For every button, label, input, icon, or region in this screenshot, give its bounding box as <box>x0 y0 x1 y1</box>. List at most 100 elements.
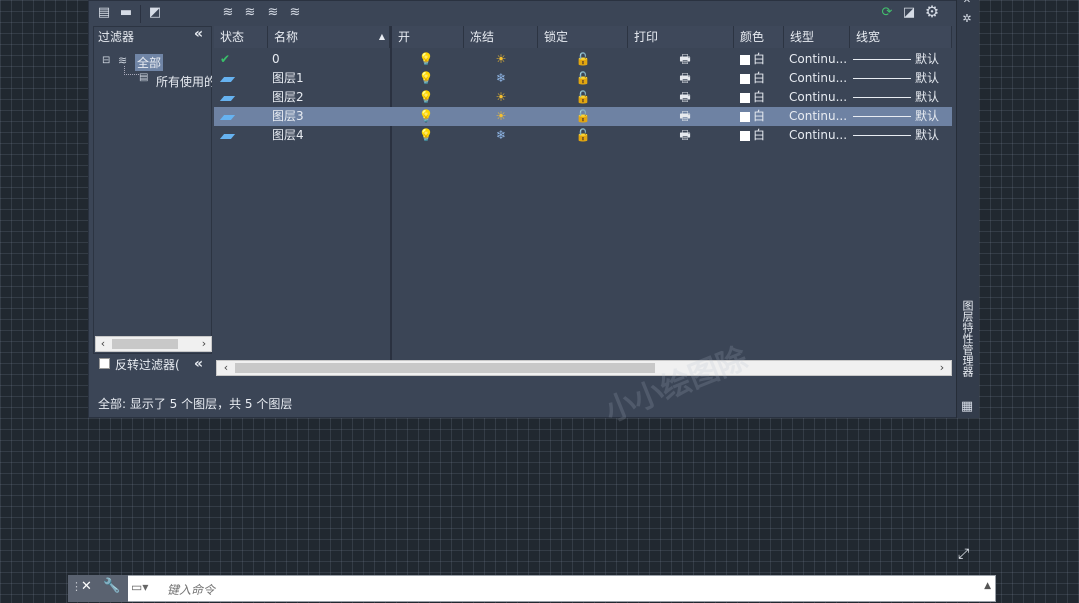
command-history-icon[interactable]: ▲ <box>984 581 991 591</box>
scroll-right-icon[interactable]: › <box>197 337 211 351</box>
close-command-icon[interactable]: ✕ <box>81 579 92 594</box>
properties-icon[interactable]: ✲ <box>958 10 976 28</box>
layer-lineweight[interactable]: 默认 <box>853 88 949 107</box>
settings-icon[interactable]: ◪ <box>900 4 918 22</box>
col-lineweight[interactable]: 线宽 <box>850 26 952 48</box>
col-lock[interactable]: 锁定 <box>538 26 628 48</box>
layer-lineweight[interactable]: 默认 <box>853 126 949 145</box>
on-bulb-icon[interactable]: 💡 <box>417 50 435 69</box>
layer-lineweight[interactable]: 默认 <box>853 69 949 88</box>
on-bulb-icon[interactable]: 💡 <box>417 69 435 88</box>
col-freeze[interactable]: 冻结 <box>464 26 538 48</box>
layer-name[interactable]: 图层2 <box>272 88 382 107</box>
layer-color[interactable]: 白 <box>740 107 780 126</box>
table-scroll-right-icon[interactable]: › <box>935 361 949 375</box>
layer-lineweight[interactable]: 默认 <box>853 107 949 126</box>
command-line: ▲ <box>68 575 996 602</box>
collapse-filter-icon[interactable]: « <box>194 26 203 42</box>
set-current-icon[interactable]: ≋ <box>286 4 304 22</box>
unlock-icon[interactable]: 🔓 <box>574 69 592 88</box>
printer-icon[interactable]: 🖶 <box>676 69 694 88</box>
new-layer-frozen-icon[interactable]: ≋ <box>241 4 259 22</box>
command-input[interactable] <box>165 580 979 600</box>
expand-icon[interactable]: ⤢ <box>958 546 969 562</box>
layer-status-icon[interactable] <box>220 69 250 88</box>
freeze-snowflake-icon[interactable]: ❄ <box>492 69 510 88</box>
tree-expander-icon[interactable]: ⊟ <box>102 55 110 66</box>
col-color[interactable]: 颜色 <box>734 26 784 48</box>
freeze-snowflake-icon[interactable]: ❄ <box>492 126 510 145</box>
close-icon[interactable]: ✕ <box>958 0 976 10</box>
table-scroll-left-icon[interactable]: ‹ <box>219 361 233 375</box>
table-row[interactable]: 图层3 💡 ☀ 🔓 🖶 白 Continu... 默认 <box>214 107 952 126</box>
thaw-sun-icon[interactable]: ☀ <box>492 107 510 126</box>
new-group-filter-icon[interactable]: ▬ <box>117 4 135 22</box>
col-plot[interactable]: 打印 <box>628 26 734 48</box>
printer-icon[interactable]: 🖶 <box>676 126 694 145</box>
on-bulb-icon[interactable]: 💡 <box>417 88 435 107</box>
unlock-icon[interactable]: 🔓 <box>574 50 592 69</box>
refresh-icon[interactable]: ⟳ <box>878 4 896 22</box>
tree-item-all[interactable]: 全部 <box>135 54 164 71</box>
layer-color[interactable]: 白 <box>740 69 780 88</box>
table-row[interactable]: ✔ 0 💡 ☀ 🔓 🖶 白 Continu... 默认 <box>214 50 952 69</box>
layer-lineweight[interactable]: 默认 <box>853 50 949 69</box>
layer-linetype[interactable]: Continu... <box>789 107 851 126</box>
on-bulb-icon[interactable]: 💡 <box>417 107 435 126</box>
layer-color[interactable]: 白 <box>740 50 780 69</box>
layer-linetype[interactable]: Continu... <box>789 69 851 88</box>
recent-commands-icon[interactable]: ▭▾ <box>131 580 148 594</box>
thaw-sun-icon[interactable]: ☀ <box>492 50 510 69</box>
filter-hscrollbar[interactable]: ‹ › <box>95 336 212 352</box>
layer-color[interactable]: 白 <box>740 126 780 145</box>
table-row[interactable]: 图层1 💡 ❄ 🔓 🖶 白 Continu... 默认 <box>214 69 952 88</box>
table-row[interactable]: 图层2 💡 ☀ 🔓 🖶 白 Continu... 默认 <box>214 88 952 107</box>
new-layer-icon[interactable]: ≋ <box>219 4 237 22</box>
table-hscrollbar[interactable]: ‹ › <box>216 360 952 376</box>
color-swatch <box>740 130 750 141</box>
collapse-invert-icon[interactable]: « <box>194 356 203 372</box>
layer-states-manager-icon[interactable]: ◩ <box>146 4 164 22</box>
gear-icon[interactable]: ⚙ <box>923 3 941 21</box>
col-status[interactable]: 状态 <box>214 26 268 48</box>
filter-pane-title: 过滤器 <box>98 30 135 44</box>
delete-layer-icon[interactable]: ≋ <box>264 4 282 22</box>
current-layer-check-icon[interactable]: ✔ <box>220 50 250 69</box>
printer-icon[interactable]: 🖶 <box>676 88 694 107</box>
invert-filter-checkbox[interactable] <box>99 358 110 369</box>
unlock-icon[interactable]: 🔓 <box>574 88 592 107</box>
new-property-filter-icon[interactable]: ▤ <box>95 4 113 22</box>
sort-asc-icon: ▲ <box>378 32 385 41</box>
printer-icon[interactable]: 🖶 <box>676 50 694 69</box>
tree-item-used[interactable]: 所有使用的 <box>156 73 212 90</box>
scroll-thumb[interactable] <box>112 339 178 349</box>
layer-color[interactable]: 白 <box>740 88 780 107</box>
col-linetype[interactable]: 线型 <box>784 26 850 48</box>
table-scroll-thumb[interactable] <box>235 363 655 373</box>
lineweight-line <box>853 59 911 60</box>
col-on[interactable]: 开 <box>392 26 464 48</box>
scroll-left-icon[interactable]: ‹ <box>96 337 110 351</box>
layer-color-label: 白 <box>753 90 766 104</box>
table-row[interactable]: 图层4 💡 ❄ 🔓 🖶 白 Continu... 默认 <box>214 126 952 145</box>
layer-status-icon[interactable] <box>220 88 250 107</box>
customize-icon[interactable]: 🔧 <box>103 578 120 594</box>
col-name-label: 名称 <box>274 30 299 44</box>
palette-menu-icon[interactable]: ▦ <box>958 398 976 416</box>
layer-name[interactable]: 0 <box>272 50 382 69</box>
layer-name[interactable]: 图层1 <box>272 69 382 88</box>
layer-linetype[interactable]: Continu... <box>789 50 851 69</box>
thaw-sun-icon[interactable]: ☀ <box>492 88 510 107</box>
layer-name[interactable]: 图层3 <box>272 107 382 126</box>
on-bulb-icon[interactable]: 💡 <box>417 126 435 145</box>
layer-status-icon[interactable] <box>220 126 250 145</box>
layer-lineweight-label: 默认 <box>915 128 940 142</box>
layer-linetype[interactable]: Continu... <box>789 88 851 107</box>
layer-name[interactable]: 图层4 <box>272 126 382 145</box>
unlock-icon[interactable]: 🔓 <box>574 126 592 145</box>
unlock-icon[interactable]: 🔓 <box>574 107 592 126</box>
printer-icon[interactable]: 🖶 <box>676 107 694 126</box>
layer-linetype[interactable]: Continu... <box>789 126 851 145</box>
layer-status-icon[interactable] <box>220 107 250 126</box>
col-name[interactable]: 名称 ▲ <box>268 26 390 48</box>
